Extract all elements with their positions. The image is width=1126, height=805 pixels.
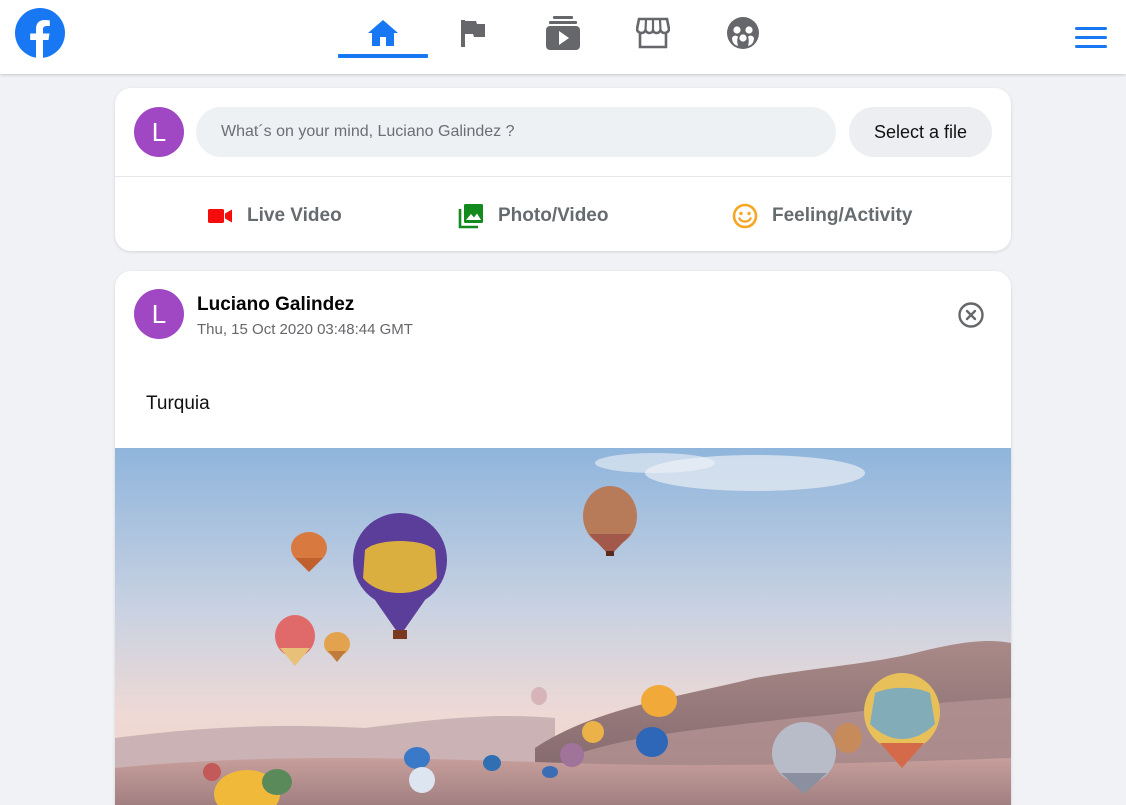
post-text: Turquia	[146, 393, 210, 414]
photo-video-label: Photo/Video	[498, 205, 609, 226]
tab-pages[interactable]	[428, 8, 518, 58]
photo-video-button[interactable]: Photo/Video	[458, 200, 608, 232]
feeling-icon	[732, 203, 758, 229]
top-navigation-bar	[0, 0, 1126, 74]
tab-marketplace[interactable]	[608, 8, 698, 58]
tab-groups[interactable]	[698, 8, 788, 58]
close-icon[interactable]	[957, 301, 985, 329]
flag-icon	[461, 20, 485, 47]
tab-home[interactable]	[338, 8, 428, 58]
post-timestamp: Thu, 15 Oct 2020 03:48:44 GMT	[197, 321, 413, 338]
live-video-icon	[208, 209, 232, 223]
facebook-logo-icon[interactable]	[15, 8, 65, 58]
feeling-activity-label: Feeling/Activity	[772, 205, 913, 226]
marketplace-icon	[636, 17, 670, 49]
photo-video-icon	[458, 204, 483, 229]
live-video-button[interactable]: Live Video	[207, 200, 342, 232]
divider	[115, 176, 1011, 177]
groups-icon	[727, 17, 759, 49]
post-author-avatar[interactable]: L	[134, 289, 184, 339]
home-icon	[368, 20, 398, 46]
status-input[interactable]	[196, 107, 836, 157]
live-video-label: Live Video	[247, 205, 342, 226]
post-card: L Luciano Galindez Thu, 15 Oct 2020 03:4…	[115, 271, 1011, 805]
post-author-name[interactable]: Luciano Galindez	[197, 294, 354, 316]
select-file-button[interactable]: Select a file	[849, 107, 992, 157]
hamburger-menu-icon[interactable]	[1075, 27, 1107, 49]
create-post-card: L Select a file Live Video Photo/Video F…	[115, 88, 1011, 251]
post-image[interactable]	[115, 448, 1011, 805]
feeling-activity-button[interactable]: Feeling/Activity	[732, 200, 912, 232]
video-icon	[546, 16, 580, 50]
tab-watch[interactable]	[518, 8, 608, 58]
avatar[interactable]: L	[134, 107, 184, 157]
